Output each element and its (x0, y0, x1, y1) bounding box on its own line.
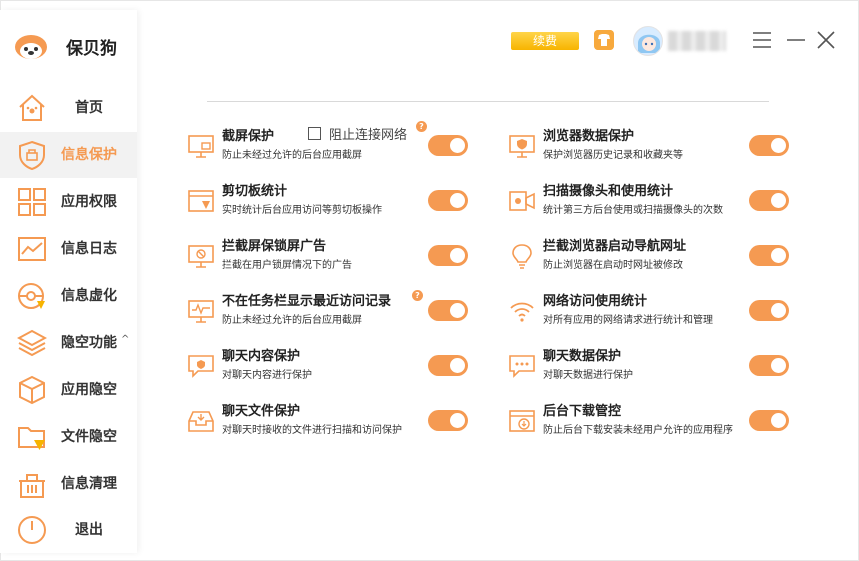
feature-title: 不在任务栏显示最近访问记录 (222, 294, 392, 309)
sidebar-item-file-hide[interactable]: 文件隐空 (0, 414, 137, 460)
sidebar-item-label: 应用权限 (61, 194, 117, 210)
toggle-hide-recent-records[interactable] (428, 300, 468, 321)
sidebar-item-info-log[interactable]: 信息日志 (0, 226, 137, 272)
sidebar: 保贝狗 首页 信息保护 应用权限 信息日志 信息虚化 隐空功能 ^ 应用隐空 文… (0, 10, 137, 553)
sidebar-item-label: 信息保护 (61, 147, 117, 163)
close-icon[interactable] (815, 29, 837, 51)
feature-desc: 对聊天数据进行保护 (543, 370, 633, 381)
feature-title: 网络访问使用统计 (543, 294, 648, 309)
monitor-icon (188, 135, 214, 158)
header-divider (207, 101, 769, 102)
feature-desc: 对所有应用的网络请求进行统计和管理 (543, 315, 713, 326)
feature-title: 拦截浏览器启动导航网址 (543, 239, 687, 254)
avatar-image (634, 27, 662, 55)
feature-title: 聊天文件保护 (222, 404, 301, 419)
sidebar-item-label: 隐空功能 (61, 335, 117, 351)
layers-icon (17, 329, 47, 357)
lightbulb-icon (512, 244, 532, 269)
feature-desc: 对聊天内容进行保护 (222, 370, 312, 381)
tray-download-icon (188, 411, 214, 432)
feature-title: 聊天数据保护 (543, 349, 622, 364)
steering-wheel-icon (18, 283, 45, 309)
monitor-pulse-icon (188, 300, 214, 323)
block-network-label: 阻止连接网络 (329, 127, 408, 143)
sidebar-item-info-clean[interactable]: 信息清理 (0, 461, 137, 507)
monitor-block-icon (188, 245, 214, 268)
sidebar-item-home[interactable]: 首页 (0, 85, 137, 131)
broom-icon (19, 474, 45, 498)
grid-icon (18, 188, 46, 216)
feature-desc: 防止浏览器在启动时网址被修改 (543, 260, 683, 271)
avatar[interactable] (633, 26, 663, 56)
toggle-camera-scan-stats[interactable] (749, 190, 789, 211)
toggle-chat-content-protect[interactable] (428, 355, 468, 376)
sidebar-item-info-protect[interactable]: 信息保护 (0, 132, 137, 178)
minimize-icon[interactable] (785, 29, 807, 51)
toggle-clipboard-stats[interactable] (428, 190, 468, 211)
download-window-icon (509, 410, 535, 432)
username-redacted (668, 31, 726, 51)
brand: 保贝狗 (14, 28, 117, 64)
menu-icon[interactable] (751, 29, 773, 51)
sidebar-item-label: 信息虚化 (61, 288, 117, 304)
toggle-chat-file-protect[interactable] (428, 410, 468, 431)
sidebar-item-label: 文件隐空 (61, 429, 117, 445)
sidebar-item-label: 信息日志 (61, 241, 117, 257)
feature-desc: 防止未经过允许的后台应用截屏 (222, 150, 362, 161)
folder-lock-icon (18, 427, 45, 450)
toggle-browser-data-protect[interactable] (749, 135, 789, 156)
sidebar-item-exit[interactable]: 退出 (0, 507, 137, 553)
cube-icon (19, 375, 45, 405)
toggle-lockscreen-ad-block[interactable] (428, 245, 468, 266)
toggle-screenshot-protect[interactable] (428, 135, 468, 156)
feature-title: 剪切板统计 (222, 184, 288, 199)
sidebar-item-hidden-features[interactable]: 隐空功能 ^ (0, 320, 137, 366)
feature-desc: 防止后台下载安装未经用户允许的应用程序 (543, 425, 733, 436)
block-network-checkbox[interactable] (308, 126, 321, 140)
feature-desc: 防止未经过允许的后台应用截屏 (222, 315, 362, 326)
sidebar-item-label: 应用隐空 (61, 382, 117, 398)
power-icon (18, 516, 46, 544)
chevron-up-icon[interactable]: ^ (121, 334, 129, 345)
help-icon[interactable]: ? (412, 290, 423, 301)
feature-title: 截屏保护 (222, 129, 275, 144)
monitor-shield-icon (509, 135, 535, 158)
sidebar-item-info-blur[interactable]: 信息虚化 (0, 273, 137, 319)
feature-title: 拦截屏保锁屏广告 (222, 239, 327, 254)
dog-logo-icon (15, 35, 47, 59)
wifi-icon (510, 302, 534, 322)
sidebar-item-app-permission[interactable]: 应用权限 (0, 179, 137, 225)
sidebar-item-label: 信息清理 (61, 476, 117, 492)
toggle-network-usage-stats[interactable] (749, 300, 789, 321)
line-chart-icon (18, 237, 46, 261)
feature-title: 浏览器数据保护 (543, 129, 635, 144)
toggle-background-download-control[interactable] (749, 410, 789, 431)
feature-desc: 对聊天时接收的文件进行扫描和访问保护 (222, 425, 402, 436)
chat-dots-icon (509, 355, 535, 378)
feature-title: 后台下载管控 (543, 404, 622, 419)
toggle-browser-homepage-block[interactable] (749, 245, 789, 266)
app-name: 保贝狗 (66, 38, 117, 59)
renew-button[interactable]: 续费 (511, 32, 579, 50)
sidebar-item-label: 首页 (75, 100, 103, 116)
chat-bubble-icon (188, 355, 214, 378)
sidebar-item-label: 退出 (75, 522, 103, 538)
sidebar-item-app-hide[interactable]: 应用隐空 (0, 367, 137, 413)
feature-desc: 拦截在用户锁屏情况下的广告 (222, 260, 352, 271)
feature-desc: 统计第三方后台使用或扫描摄像头的次数 (543, 205, 723, 216)
shirt-icon[interactable] (594, 30, 614, 50)
shield-icon (19, 140, 45, 170)
feature-title: 扫描摄像头和使用统计 (543, 184, 674, 199)
feature-title: 聊天内容保护 (222, 349, 301, 364)
feature-desc: 保护浏览器历史记录和收藏夹等 (543, 150, 683, 161)
toggle-chat-data-protect[interactable] (749, 355, 789, 376)
home-icon (19, 94, 45, 121)
camera-icon (509, 191, 535, 211)
browser-window-icon (188, 190, 214, 212)
help-icon[interactable]: ? (416, 121, 427, 132)
feature-desc: 实时统计后台应用访问等剪切板操作 (222, 205, 382, 216)
block-network-option[interactable]: 阻止连接网络 (308, 125, 408, 143)
